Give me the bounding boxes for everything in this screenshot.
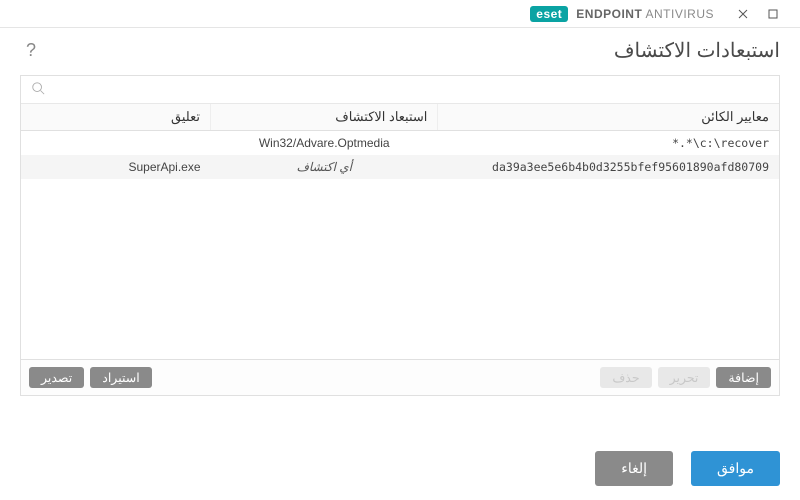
help-icon[interactable]: ? [20, 40, 42, 62]
ok-button[interactable]: موافق [691, 451, 780, 486]
exclusions-table: معايير الكائن استبعاد الاكتشاف تعليق [21, 104, 779, 131]
cell-object: *.*\c:\recover [438, 131, 779, 155]
add-button[interactable]: إضافة [716, 367, 771, 388]
brand: eset ENDPOINT ANTIVIRUS [530, 6, 724, 22]
page-header: استبعادات الاكتشاف ? [0, 28, 800, 67]
cell-comment: SuperApi.exe [21, 155, 211, 179]
table-toolbar: إضافة تحرير حذف استيراد تصدير [21, 359, 779, 395]
col-object[interactable]: معايير الكائن [438, 104, 779, 131]
page-title: استبعادات الاكتشاف [614, 38, 780, 63]
product-name-rest: ANTIVIRUS [645, 7, 714, 21]
delete-button: حذف [600, 367, 651, 388]
brand-badge: eset [530, 6, 568, 22]
product-name: ENDPOINT ANTIVIRUS [576, 7, 714, 21]
table-body-scroll[interactable]: *.*\c:\recoverWin32/Advare.Optmediada39a… [21, 131, 779, 359]
import-button[interactable]: استيراد [90, 367, 151, 388]
window-controls [724, 5, 792, 23]
cell-object: da39a3ee5e6b4b0d3255bfef95601890afd80709 [438, 155, 779, 179]
titlebar: eset ENDPOINT ANTIVIRUS [0, 0, 800, 28]
close-icon[interactable] [734, 5, 752, 23]
search-input[interactable] [45, 76, 773, 103]
cell-detection: Win32/Advare.Optmedia [211, 131, 438, 155]
search-bar [21, 76, 779, 104]
table-row[interactable]: da39a3ee5e6b4b0d3255bfef95601890afd80709… [21, 155, 779, 179]
exclusions-panel: معايير الكائن استبعاد الاكتشاف تعليق *.*… [20, 75, 780, 396]
maximize-icon[interactable] [764, 5, 782, 23]
table-row[interactable]: *.*\c:\recoverWin32/Advare.Optmedia [21, 131, 779, 155]
export-button[interactable]: تصدير [29, 367, 84, 388]
col-detection[interactable]: استبعاد الاكتشاف [211, 104, 438, 131]
col-comment[interactable]: تعليق [21, 104, 211, 131]
edit-button: تحرير [658, 367, 711, 388]
dialog-footer: موافق إلغاء [0, 437, 800, 500]
product-name-strong: ENDPOINT [576, 7, 642, 21]
cell-comment [21, 131, 211, 155]
cell-detection: أي اكتشاف [211, 155, 438, 179]
table-header-row: معايير الكائن استبعاد الاكتشاف تعليق [21, 104, 779, 131]
search-icon [27, 81, 45, 99]
cancel-button[interactable]: إلغاء [595, 451, 673, 486]
